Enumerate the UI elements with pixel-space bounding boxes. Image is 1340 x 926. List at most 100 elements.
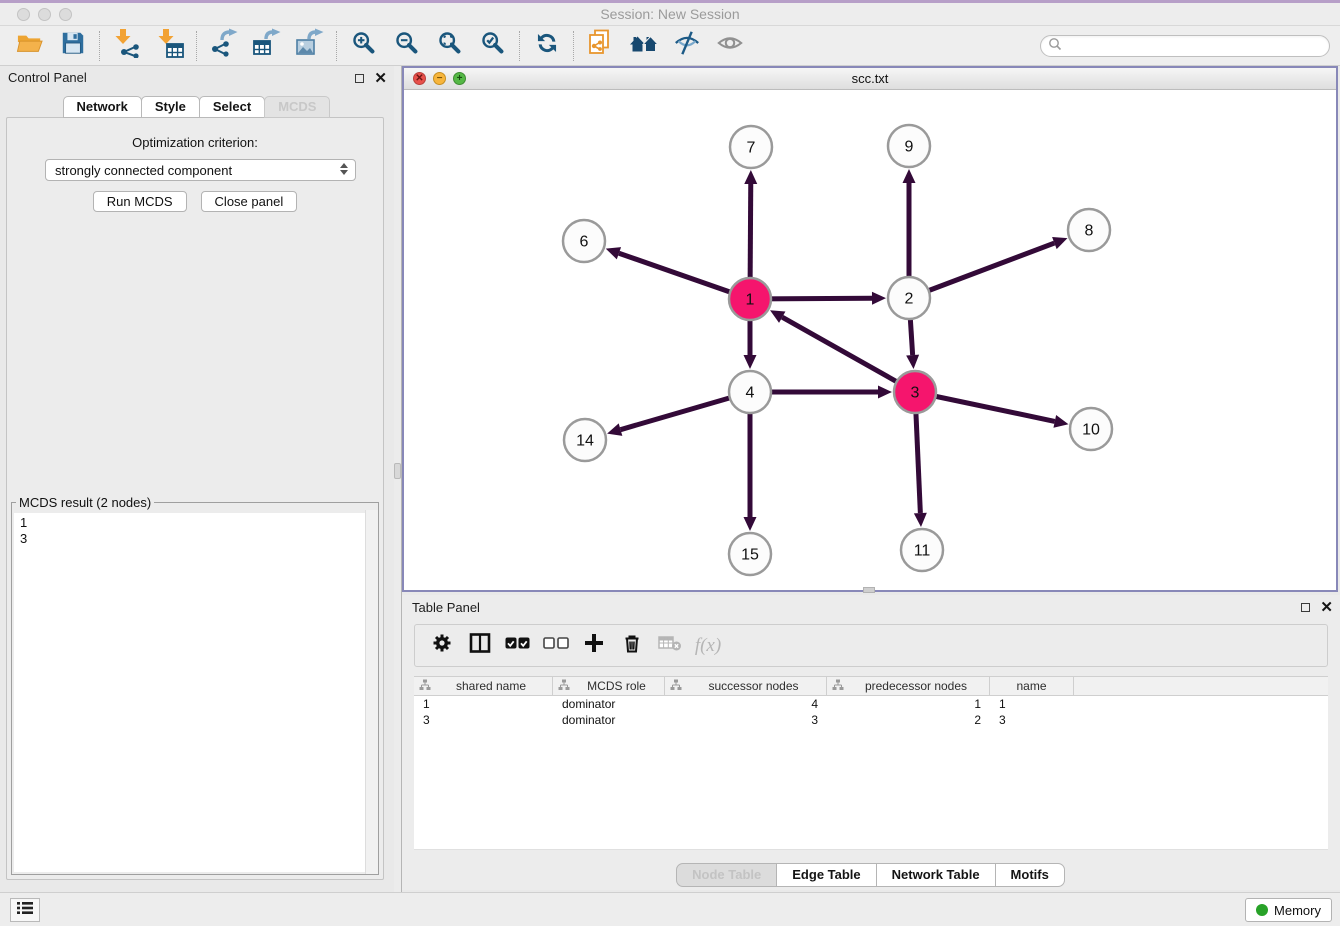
- column-header-name[interactable]: name: [990, 677, 1074, 695]
- graph-edge-3-1[interactable]: [782, 317, 915, 392]
- close-panel-button[interactable]: Close panel: [201, 191, 298, 212]
- task-history-button[interactable]: [10, 898, 40, 922]
- minimize-window-button[interactable]: [38, 8, 51, 21]
- hide-selected-button[interactable]: [665, 28, 708, 64]
- zoom-fit-button[interactable]: [428, 28, 471, 64]
- float-panel-icon[interactable]: [355, 74, 364, 83]
- result-line: 1: [14, 515, 376, 531]
- save-session-button[interactable]: [51, 28, 94, 64]
- graph-node-3[interactable]: 3: [894, 371, 936, 413]
- tab-select[interactable]: Select: [199, 96, 265, 118]
- graph-node-1[interactable]: 1: [729, 278, 771, 320]
- graph-node-14[interactable]: 14: [564, 419, 606, 461]
- tab-style[interactable]: Style: [141, 96, 200, 118]
- graph-node-8[interactable]: 8: [1068, 209, 1110, 251]
- graph-node-10[interactable]: 10: [1070, 408, 1112, 450]
- network-frame-titlebar[interactable]: ✕ − + scc.txt: [404, 68, 1336, 90]
- graph-node-2[interactable]: 2: [888, 277, 930, 319]
- create-column-button[interactable]: [575, 628, 613, 664]
- tab-node-table[interactable]: Node Table: [676, 863, 777, 887]
- tab-network-table[interactable]: Network Table: [876, 863, 996, 887]
- import-table-button[interactable]: [148, 28, 191, 64]
- criterion-dropdown[interactable]: strongly connected component: [45, 159, 356, 181]
- table-cell[interactable]: 1: [827, 696, 990, 712]
- vertical-splitter[interactable]: [394, 66, 402, 892]
- graph-node-7[interactable]: 7: [730, 126, 772, 168]
- graph-node-6[interactable]: 6: [563, 220, 605, 262]
- open-session-button[interactable]: [8, 28, 51, 64]
- table-cell[interactable]: 1: [414, 696, 553, 712]
- zoom-selected-button[interactable]: [471, 28, 514, 64]
- hierarchy-icon: [558, 679, 570, 694]
- table-cell[interactable]: 3: [414, 712, 553, 728]
- export-table-icon: [252, 28, 282, 63]
- table-cell[interactable]: 1: [990, 696, 1074, 712]
- table-cell[interactable]: 3: [990, 712, 1074, 728]
- mcds-panel: Optimization criterion: strongly connect…: [6, 117, 384, 880]
- delete-columns-button[interactable]: [613, 628, 651, 664]
- mcds-result-text[interactable]: 13: [14, 513, 376, 872]
- close-panel-icon[interactable]: ✕: [374, 73, 387, 84]
- graph-node-9[interactable]: 9: [888, 125, 930, 167]
- import-table-icon: [155, 28, 185, 63]
- table-row[interactable]: 1dominator411: [414, 696, 1328, 712]
- show-network-overview-button[interactable]: [622, 28, 665, 64]
- column-header-successor-nodes[interactable]: successor nodes: [665, 677, 827, 695]
- tab-edge-table[interactable]: Edge Table: [776, 863, 876, 887]
- tab-mcds[interactable]: MCDS: [264, 96, 330, 118]
- tab-motifs[interactable]: Motifs: [995, 863, 1065, 887]
- table-cell[interactable]: dominator: [553, 712, 665, 728]
- splitter-grip[interactable]: [394, 463, 401, 479]
- deselect-all-button[interactable]: [537, 628, 575, 664]
- export-image-button[interactable]: [288, 28, 331, 64]
- table-panel-header: Table Panel ✕: [402, 595, 1340, 621]
- horizontal-splitter-grip[interactable]: [863, 587, 875, 593]
- status-bar: Memory: [0, 892, 1340, 926]
- column-header-shared-name[interactable]: shared name: [414, 677, 553, 695]
- apply-layout-button[interactable]: [525, 28, 568, 64]
- create-network-view-button[interactable]: [579, 28, 622, 64]
- graph-node-11[interactable]: 11: [901, 529, 943, 571]
- graph-node-15[interactable]: 15: [729, 533, 771, 575]
- memory-button[interactable]: Memory: [1245, 898, 1332, 922]
- network-minimize-button[interactable]: −: [433, 72, 446, 85]
- table-settings-button[interactable]: [423, 628, 461, 664]
- column-header-MCDS-role[interactable]: MCDS role: [553, 677, 665, 695]
- table-cell[interactable]: dominator: [553, 696, 665, 712]
- list-icon: [16, 901, 34, 920]
- graph-edge-2-8[interactable]: [909, 243, 1054, 298]
- float-table-panel-icon[interactable]: [1301, 603, 1310, 612]
- graph-node-4[interactable]: 4: [729, 371, 771, 413]
- tab-network[interactable]: Network: [63, 96, 142, 118]
- node-label: 8: [1085, 223, 1094, 240]
- network-maximize-button[interactable]: +: [453, 72, 466, 85]
- network-canvas[interactable]: 7 9 6 8 1 2 4 3 14 10 15 11: [404, 90, 1336, 590]
- result-scrollbar[interactable]: [365, 510, 378, 874]
- network-graph[interactable]: 7 9 6 8 1 2 4 3 14 10 15 11: [404, 90, 1336, 590]
- column-header-predecessor-nodes[interactable]: predecessor nodes: [827, 677, 990, 695]
- edge-arrowhead: [744, 517, 757, 531]
- close-window-button[interactable]: [17, 8, 30, 21]
- unchecked-boxes-icon: [543, 635, 569, 656]
- close-table-panel-icon[interactable]: ✕: [1320, 602, 1333, 613]
- table-cell[interactable]: 3: [665, 712, 827, 728]
- zoom-window-button[interactable]: [59, 8, 72, 21]
- import-network-button[interactable]: [105, 28, 148, 64]
- table-panel-title: Table Panel: [412, 600, 480, 615]
- run-mcds-button[interactable]: Run MCDS: [93, 191, 187, 212]
- checked-boxes-icon: [505, 635, 531, 656]
- table-row[interactable]: 3dominator323: [414, 712, 1328, 728]
- search-input[interactable]: [1062, 37, 1329, 55]
- search-field[interactable]: [1040, 35, 1330, 57]
- table-cell[interactable]: 4: [665, 696, 827, 712]
- zoom-in-button[interactable]: [342, 28, 385, 64]
- export-table-button[interactable]: [245, 28, 288, 64]
- export-network-button[interactable]: [202, 28, 245, 64]
- zoom-out-button[interactable]: [385, 28, 428, 64]
- show-all-button[interactable]: [708, 28, 751, 64]
- network-close-button[interactable]: ✕: [413, 72, 426, 85]
- table-cell[interactable]: 2: [827, 712, 990, 728]
- select-all-button[interactable]: [499, 628, 537, 664]
- criterion-dropdown-value: strongly connected component: [55, 163, 232, 178]
- toggle-columns-button[interactable]: [461, 628, 499, 664]
